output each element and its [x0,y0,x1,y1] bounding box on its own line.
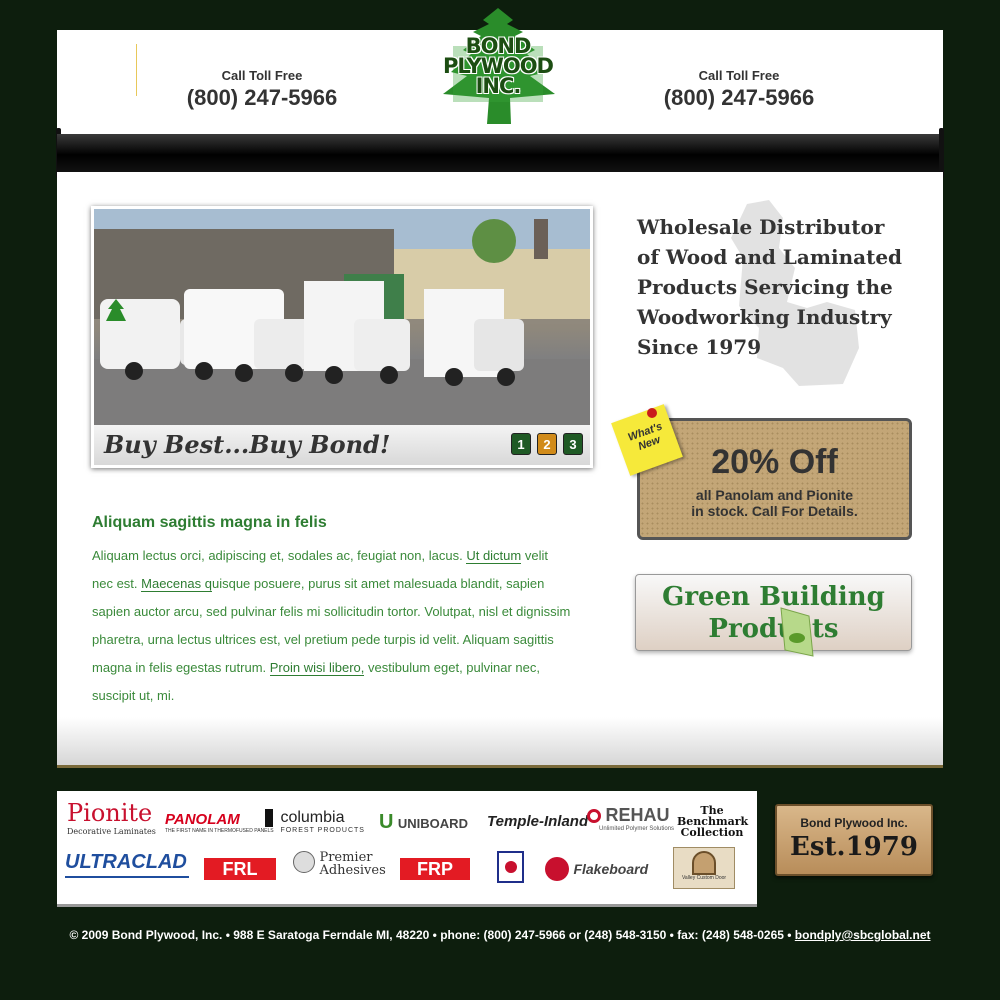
call-toll-free-label: Call Toll Free [698,68,780,83]
footer: © 2009 Bond Plywood, Inc. • 988 E Sarato… [0,928,1000,942]
promo-details: all Panolam and Pionite in stock. Call F… [691,487,858,519]
link-ut-dictum[interactable]: Ut dictum [466,548,522,564]
frp-logo[interactable]: FRP [400,858,470,880]
logo-text: BOND PLYWOOD INC. [442,34,554,98]
slideshow: Buy Best...Buy Bond! 1 2 3 [91,206,593,468]
main-content-panel: Buy Best...Buy Bond! 1 2 3 Wholesale Dis… [57,172,943,768]
valley-custom-door-logo[interactable]: Valley Custom Door [673,847,735,889]
leaf-tag-icon [780,607,814,657]
phone-block-left: Call Toll Free (800) 247-5966 [162,68,362,111]
flakeboard-logo[interactable]: Flakeboard [545,857,648,881]
pushpin-icon [647,408,657,418]
panolam-logo[interactable]: PANOLAM THE FIRST NAME IN THERMOFUSED PA… [165,811,274,834]
benchmark-collection-logo[interactable]: The Benchmark Collection [677,805,748,838]
header-divider [136,44,137,96]
footer-address: © 2009 Bond Plywood, Inc. • 988 E Sarato… [69,928,795,942]
columbia-logo[interactable]: columbia FOREST PRODUCTS [265,809,365,834]
slide-photo-trucks [94,209,590,425]
temple-inland-logo[interactable]: Temple-Inland [487,813,588,830]
green-building-products-button[interactable]: Green Building Products [635,574,912,651]
article: Aliquam sagittis magna in felis Aliquam … [92,514,572,710]
slide-page-1[interactable]: 1 [511,433,531,455]
slide-caption: Buy Best...Buy Bond! [104,430,391,459]
nav-bar [57,134,943,172]
logo[interactable]: BOND PLYWOOD INC. [435,6,561,126]
phone-block-right: Call Toll Free (800) 247-5966 [639,68,839,111]
slide-caption-bar: Buy Best...Buy Bond! 1 2 3 [94,425,590,465]
article-body: Aliquam lectus orci, adipiscing et, soda… [92,548,571,703]
article-heading: Aliquam sagittis magna in felis [92,514,327,531]
slide-page-2[interactable]: 2 [537,433,557,455]
pionite-logo[interactable]: Pionite Decorative Laminates [67,799,156,836]
slide-page-3[interactable]: 3 [563,433,583,455]
call-toll-free-label: Call Toll Free [221,68,303,83]
phone-number[interactable]: (800) 247-5966 [162,85,362,111]
badge-logo[interactable] [497,851,524,883]
rehau-logo[interactable]: REHAU Unlimited Polymer Solutions [587,805,674,832]
ultraclad-logo[interactable]: ULTRACLAD [65,851,189,878]
premier-adhesives-logo[interactable]: Premier Adhesives [293,851,386,877]
green-building-label: Green Building Products [662,582,885,644]
header: Call Toll Free (800) 247-5966 BOND PLYWO… [57,8,943,134]
nav-cap-right [939,128,944,178]
phone-number[interactable]: (800) 247-5966 [639,85,839,111]
established-badge: Bond Plywood Inc. Est.1979 [775,804,933,876]
footer-email-link[interactable]: bondply@sbcglobal.net [795,928,931,942]
tagline: Wholesale Distributor of Wood and Lamina… [637,215,903,359]
promo-banner[interactable]: 20% Off all Panolam and Pionite in stock… [637,418,912,540]
brand-logos-panel: Pionite Decorative Laminates PANOLAM THE… [57,791,757,907]
link-proin-wisi[interactable]: Proin wisi libero, [269,660,365,676]
frl-logo[interactable]: FRL [204,858,276,880]
trucks-image [94,209,590,425]
link-maecenas[interactable]: Maecenas q [141,576,212,592]
uniboard-logo[interactable]: U UNIBOARD [379,811,468,834]
